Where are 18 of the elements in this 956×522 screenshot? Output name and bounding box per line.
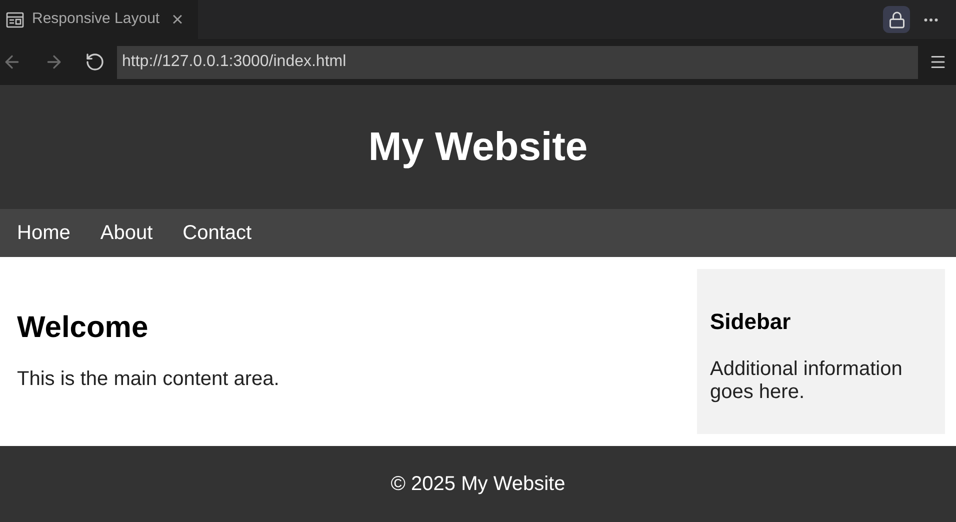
nav-link[interactable]: Home <box>17 218 70 248</box>
footer-text: © 2025 My Website <box>390 472 566 497</box>
close-button[interactable]: × <box>172 10 184 30</box>
sidebar-text: Additional information goes here. <box>710 358 904 404</box>
sidebar-heading: Sidebar <box>710 308 792 336</box>
menu-icon[interactable] <box>929 53 947 71</box>
preview-icon <box>6 12 24 28</box>
browser-tab[interactable]: Responsive Layout × <box>0 0 198 39</box>
address-field[interactable]: http://127.0.0.1:3000/index.html <box>117 46 918 78</box>
nav-link[interactable]: Contact <box>182 218 252 248</box>
main-heading: Welcome <box>17 310 150 346</box>
reload-icon[interactable] <box>85 52 105 72</box>
nav-link[interactable]: About <box>100 218 153 248</box>
lock-button[interactable] <box>883 6 910 33</box>
site-title: My Website <box>368 124 588 171</box>
main-text: This is the main content area. <box>17 367 280 392</box>
tab-title: Responsive Layout <box>32 9 160 30</box>
lock-icon <box>888 10 906 28</box>
